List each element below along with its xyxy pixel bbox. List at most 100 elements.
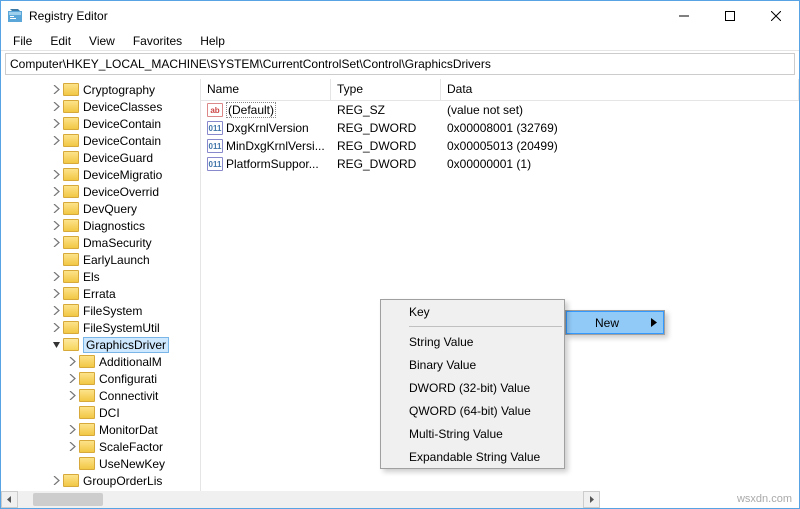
tree-node-label: Connectivit [99,389,158,403]
tree-expander-icon[interactable] [49,204,63,213]
horizontal-scrollbar[interactable] [1,491,600,508]
cell-data: 0x00005013 (20499) [441,138,799,154]
tree-node[interactable]: DeviceContain [1,132,200,149]
tree-node[interactable]: DevQuery [1,200,200,217]
tree-node[interactable]: Els [1,268,200,285]
dword-value-icon: 011 [207,139,223,153]
submenu-qword-label: QWORD (64-bit) Value [409,404,531,418]
tree-expander-icon[interactable] [49,221,63,230]
tree-expander-icon[interactable] [65,442,79,451]
submenu-qword[interactable]: QWORD (64-bit) Value [381,399,564,422]
scroll-right-button[interactable] [583,491,600,508]
submenu-binary[interactable]: Binary Value [381,353,564,376]
tree-node[interactable]: UseNewKey [1,455,200,472]
column-type[interactable]: Type [331,79,441,100]
list-row[interactable]: 011MinDxgKrnlVersi...REG_DWORD0x00005013… [201,137,799,155]
tree-expander-icon[interactable] [65,374,79,383]
menu-favorites[interactable]: Favorites [125,32,190,50]
menu-file[interactable]: File [5,32,40,50]
cell-data: (value not set) [441,102,799,118]
tree-node[interactable]: DeviceContain [1,115,200,132]
tree-node-label: DCI [99,406,120,420]
column-data[interactable]: Data [441,79,799,100]
menu-help[interactable]: Help [192,32,233,50]
folder-icon [63,321,79,334]
tree-expander-icon[interactable] [49,272,63,281]
tree-expander-icon[interactable] [49,85,63,94]
tree-node[interactable]: GraphicsDriver [1,336,200,353]
close-button[interactable] [753,1,799,31]
column-name[interactable]: Name [201,79,331,100]
menu-edit[interactable]: Edit [42,32,79,50]
submenu-string[interactable]: String Value [381,330,564,353]
tree-node-label: DeviceContain [83,134,161,148]
tree-node[interactable]: FileSystemUtil [1,319,200,336]
titlebar[interactable]: Registry Editor [1,1,799,31]
submenu-expand[interactable]: Expandable String Value [381,445,564,468]
list-row[interactable]: ab(Default)REG_SZ(value not set) [201,101,799,119]
scroll-thumb[interactable] [33,493,103,506]
tree-node[interactable]: DeviceOverrid [1,183,200,200]
folder-icon [63,185,79,198]
tree-node[interactable]: DeviceGuard [1,149,200,166]
tree-expander-icon[interactable] [49,102,63,111]
dword-value-icon: 011 [207,157,223,171]
list-row[interactable]: 011PlatformSuppor...REG_DWORD0x00000001 … [201,155,799,173]
tree-node[interactable]: DmaSecurity [1,234,200,251]
context-submenu-new[interactable]: Key String Value Binary Value DWORD (32-… [380,299,565,469]
tree-expander-icon[interactable] [49,170,63,179]
tree-node[interactable]: DeviceClasses [1,98,200,115]
tree-expander-icon[interactable] [65,357,79,366]
submenu-multi[interactable]: Multi-String Value [381,422,564,445]
tree-expander-icon[interactable] [65,391,79,400]
list-row[interactable]: 011DxgKrnlVersionREG_DWORD0x00008001 (32… [201,119,799,137]
cell-type: REG_SZ [331,102,441,118]
submenu-key[interactable]: Key [381,300,564,323]
cell-name: 011PlatformSuppor... [201,156,331,172]
context-menu[interactable]: New [565,310,665,335]
tree-expander-icon[interactable] [49,306,63,315]
cell-data: 0x00000001 (1) [441,156,799,172]
tree-expander-icon[interactable] [49,136,63,145]
cell-type: REG_DWORD [331,156,441,172]
tree-node-label: Cryptography [83,83,155,97]
submenu-dword[interactable]: DWORD (32-bit) Value [381,376,564,399]
folder-icon [63,287,79,300]
tree-node-label: Els [83,270,100,284]
address-bar[interactable]: Computer\HKEY_LOCAL_MACHINE\SYSTEM\Curre… [5,53,795,75]
tree-node[interactable]: AdditionalM [1,353,200,370]
tree-node[interactable]: DCI [1,404,200,421]
submenu-binary-label: Binary Value [409,358,476,372]
scroll-track[interactable] [18,491,583,508]
minimize-button[interactable] [661,1,707,31]
tree-node[interactable]: EarlyLaunch [1,251,200,268]
tree-expander-icon[interactable] [49,476,63,485]
tree-node[interactable]: DeviceMigratio [1,166,200,183]
tree-node-label: DeviceGuard [83,151,153,165]
tree-expander-icon[interactable] [49,238,63,247]
context-menu-new[interactable]: New [566,311,664,334]
tree-expander-icon[interactable] [49,323,63,332]
maximize-button[interactable] [707,1,753,31]
tree-node[interactable]: MonitorDat [1,421,200,438]
tree-expander-icon[interactable] [49,340,63,349]
tree-node[interactable]: ScaleFactor [1,438,200,455]
folder-icon [63,270,79,283]
tree-node[interactable]: Connectivit [1,387,200,404]
tree-node[interactable]: Cryptography [1,81,200,98]
tree-expander-icon[interactable] [65,425,79,434]
tree-expander-icon[interactable] [49,187,63,196]
tree-node[interactable]: GroupOrderLis [1,472,200,489]
tree-node[interactable]: Diagnostics [1,217,200,234]
tree-expander-icon[interactable] [49,119,63,128]
tree-node[interactable]: FileSystem [1,302,200,319]
tree-expander-icon[interactable] [49,289,63,298]
tree-node[interactable]: Configurati [1,370,200,387]
submenu-string-label: String Value [409,335,473,349]
menu-view[interactable]: View [81,32,123,50]
tree-pane[interactable]: CryptographyDeviceClassesDeviceContainDe… [1,79,201,508]
scroll-left-button[interactable] [1,491,18,508]
list-header: Name Type Data [201,79,799,101]
folder-icon [79,389,95,402]
tree-node[interactable]: Errata [1,285,200,302]
